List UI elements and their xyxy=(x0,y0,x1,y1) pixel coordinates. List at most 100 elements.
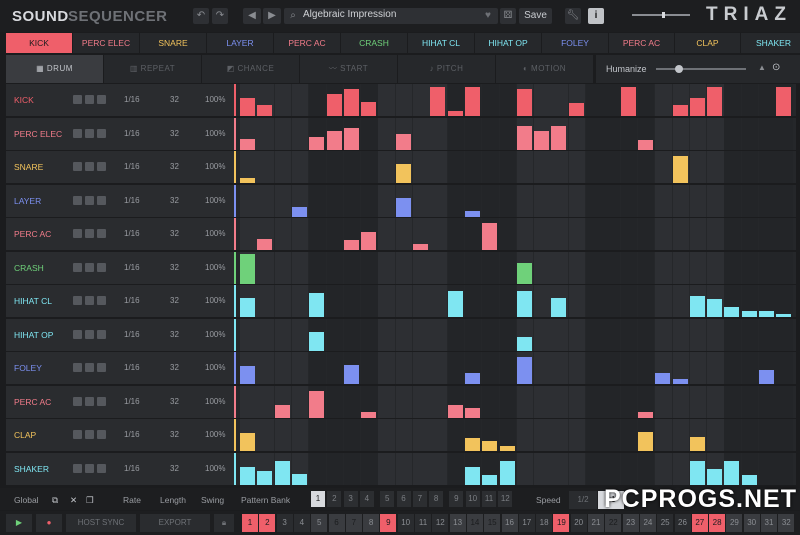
step-cell[interactable] xyxy=(240,318,257,351)
step-button[interactable]: 32 xyxy=(778,514,795,532)
mute-button[interactable] xyxy=(85,463,94,473)
step-cell[interactable] xyxy=(395,84,413,116)
step-cell[interactable] xyxy=(413,117,430,150)
step-cell[interactable] xyxy=(326,285,343,317)
step-velocity-bar[interactable] xyxy=(447,404,463,418)
step-cell[interactable] xyxy=(759,419,776,451)
step-cell[interactable] xyxy=(534,184,551,217)
step-cell[interactable] xyxy=(568,452,586,485)
step-cell[interactable] xyxy=(482,117,499,150)
step-button[interactable]: 12 xyxy=(432,514,449,532)
step-cell[interactable] xyxy=(257,352,274,384)
step-velocity-bar[interactable] xyxy=(309,390,325,418)
track-length[interactable]: 32 xyxy=(170,263,179,272)
step-velocity-bar[interactable] xyxy=(309,331,325,351)
step-cell[interactable] xyxy=(620,452,638,485)
track-header[interactable]: FOLEY 1/16 32 100% xyxy=(6,352,234,384)
step-cell[interactable] xyxy=(274,218,292,250)
step-cell[interactable] xyxy=(516,385,534,418)
step-button[interactable]: 14 xyxy=(466,514,483,532)
step-cell[interactable] xyxy=(620,419,638,451)
step-cell[interactable] xyxy=(534,218,551,250)
step-cell[interactable] xyxy=(586,151,603,183)
step-velocity-bar[interactable] xyxy=(257,470,273,485)
step-cell[interactable] xyxy=(586,318,603,351)
step-cell[interactable] xyxy=(447,218,465,250)
step-velocity-bar[interactable] xyxy=(240,98,255,116)
step-cell[interactable] xyxy=(637,184,655,217)
step-velocity-bar[interactable] xyxy=(689,437,705,451)
step-cell[interactable] xyxy=(326,251,343,284)
redo-button[interactable]: ↷ xyxy=(212,8,228,24)
step-cell[interactable] xyxy=(724,218,741,250)
step-velocity-bar[interactable] xyxy=(464,466,480,485)
step-cell[interactable] xyxy=(447,151,465,183)
track-length[interactable]: 32 xyxy=(170,464,179,473)
step-cell[interactable] xyxy=(586,184,603,217)
step-cell[interactable] xyxy=(430,218,447,250)
step-cell[interactable] xyxy=(291,419,309,451)
step-cell[interactable] xyxy=(309,218,326,250)
step-cell[interactable] xyxy=(274,251,292,284)
step-cell[interactable] xyxy=(776,285,793,317)
step-cell[interactable] xyxy=(395,419,413,451)
step-cell[interactable] xyxy=(534,84,551,116)
track-length[interactable]: 32 xyxy=(170,229,179,238)
settings-button[interactable] xyxy=(97,430,106,439)
step-cell[interactable] xyxy=(534,385,551,418)
step-cell[interactable] xyxy=(274,151,292,183)
step-cell[interactable] xyxy=(603,117,620,150)
step-velocity-bar[interactable] xyxy=(482,441,498,451)
track-length[interactable]: 32 xyxy=(170,196,179,205)
step-cell[interactable] xyxy=(482,184,499,217)
step-cell[interactable] xyxy=(551,419,568,451)
step-cell[interactable] xyxy=(551,251,568,284)
step-cell[interactable] xyxy=(430,184,447,217)
step-cell[interactable] xyxy=(620,318,638,351)
step-cell[interactable] xyxy=(395,352,413,384)
step-cell[interactable] xyxy=(257,184,274,217)
step-cell[interactable] xyxy=(551,452,568,485)
step-cell[interactable] xyxy=(586,218,603,250)
step-cell[interactable] xyxy=(309,352,326,384)
step-cell[interactable] xyxy=(655,251,672,284)
step-cell[interactable] xyxy=(291,385,309,418)
step-cell[interactable] xyxy=(274,352,292,384)
track-rate[interactable]: 1/16 xyxy=(124,263,140,272)
step-cell[interactable] xyxy=(326,452,343,485)
step-cell[interactable] xyxy=(689,184,707,217)
step-button[interactable]: 17 xyxy=(518,514,535,532)
step-cell[interactable] xyxy=(361,452,378,485)
step-velocity-bar[interactable] xyxy=(447,291,463,317)
step-velocity-bar[interactable] xyxy=(707,87,723,116)
step-velocity-bar[interactable] xyxy=(568,103,584,116)
step-cell[interactable] xyxy=(741,318,759,351)
step-velocity-bar[interactable] xyxy=(464,87,480,116)
step-cell[interactable] xyxy=(637,218,655,250)
step-cell[interactable] xyxy=(430,352,447,384)
pattern-button[interactable]: 8 xyxy=(429,491,444,507)
step-cell[interactable] xyxy=(499,251,516,284)
mode-chance[interactable]: ◩ CHANCE xyxy=(202,55,299,83)
step-cell[interactable] xyxy=(586,452,603,485)
step-velocity-bar[interactable] xyxy=(395,164,411,183)
step-cell[interactable] xyxy=(551,184,568,217)
step-cell[interactable] xyxy=(672,117,689,150)
step-cell[interactable] xyxy=(620,117,638,150)
wrench-icon[interactable]: 🔧︎ xyxy=(565,8,581,24)
settings-button[interactable] xyxy=(97,463,106,473)
track-swing[interactable]: 100% xyxy=(205,330,225,339)
step-button[interactable]: 28 xyxy=(709,514,726,532)
step-cell[interactable] xyxy=(551,151,568,183)
step-cell[interactable] xyxy=(240,385,257,418)
step-cell[interactable] xyxy=(586,285,603,317)
step-cell[interactable] xyxy=(378,184,395,217)
step-velocity-bar[interactable] xyxy=(240,253,255,284)
step-velocity-bar[interactable] xyxy=(343,240,359,250)
step-cell[interactable] xyxy=(534,452,551,485)
step-cell[interactable] xyxy=(655,218,672,250)
step-cell[interactable] xyxy=(499,218,516,250)
step-cell[interactable] xyxy=(707,352,724,384)
collapse-icon[interactable]: ▲ xyxy=(758,63,766,72)
step-cell[interactable] xyxy=(620,151,638,183)
